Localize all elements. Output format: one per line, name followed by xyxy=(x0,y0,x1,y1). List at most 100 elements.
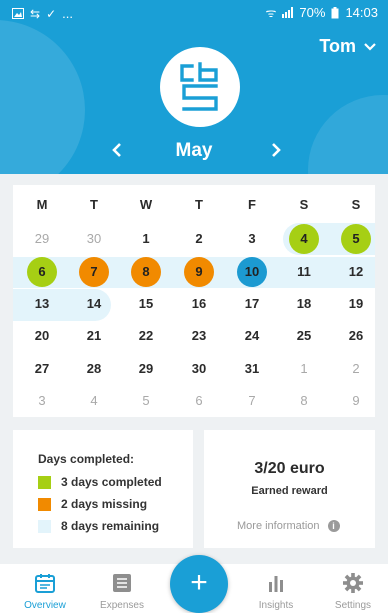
calendar-day[interactable]: 20 xyxy=(27,321,57,351)
weekday-header: W xyxy=(139,197,153,212)
calendar-day[interactable]: 3 xyxy=(27,386,57,416)
calendar-day[interactable]: 29 xyxy=(27,224,57,254)
weekday-header: T xyxy=(195,197,203,212)
app-header: ⇆ ✓ ... ᯤ 70% 14:03 Tom May xyxy=(0,0,388,174)
weekday-header: S xyxy=(351,197,361,212)
calendar-day[interactable]: 10 xyxy=(237,257,267,287)
add-expense-button[interactable]: + xyxy=(170,555,228,613)
weekday-header: F xyxy=(248,197,256,212)
bar-chart-icon xyxy=(269,576,283,592)
calendar-day[interactable]: 14 xyxy=(79,289,109,319)
battery-percent: 70% xyxy=(299,5,326,20)
calendar-day[interactable]: 1 xyxy=(131,224,161,254)
more-information-link[interactable]: More information i xyxy=(237,520,340,532)
calendar-day[interactable]: 30 xyxy=(79,224,109,254)
calendar-day[interactable]: 9 xyxy=(341,386,371,416)
calendar-day[interactable]: 1 xyxy=(289,354,319,384)
calendar-day[interactable]: 15 xyxy=(131,289,161,319)
calendar-day[interactable]: 3 xyxy=(237,224,267,254)
network-notification-icon: ⇆ xyxy=(30,6,41,21)
calendar-day[interactable]: 16 xyxy=(184,289,214,319)
clock: 14:03 xyxy=(345,5,378,20)
legend-missing: 2 days missing xyxy=(38,497,147,511)
reward-card: 3/20 euro Earned reward More information… xyxy=(204,430,375,548)
battery-icon xyxy=(331,6,339,18)
more-notifications: ... xyxy=(62,6,73,21)
chevron-down-icon xyxy=(364,42,376,51)
calendar-day[interactable]: 19 xyxy=(341,289,371,319)
gear-icon xyxy=(343,573,363,593)
month-selector: May xyxy=(0,140,388,166)
calendar-day[interactable]: 21 xyxy=(79,321,109,351)
calendar-day[interactable]: 23 xyxy=(184,321,214,351)
cbs-logo xyxy=(160,47,240,127)
calendar-day[interactable]: 25 xyxy=(289,321,319,351)
previous-month-button[interactable] xyxy=(112,140,122,163)
cbs-logo-icon xyxy=(180,62,218,111)
calendar-day[interactable]: 5 xyxy=(341,224,371,254)
calendar-day[interactable]: 31 xyxy=(237,354,267,384)
next-month-button[interactable] xyxy=(271,140,281,163)
more-information-label: More information xyxy=(237,520,320,532)
legend-missing-label: 2 days missing xyxy=(61,497,148,511)
nav-overview-label: Overview xyxy=(24,600,66,611)
nav-insights-label: Insights xyxy=(258,600,294,611)
calendar-day[interactable]: 11 xyxy=(289,257,319,287)
list-icon xyxy=(113,574,131,592)
calendar-day[interactable]: 4 xyxy=(79,386,109,416)
user-menu[interactable]: Tom xyxy=(319,36,376,57)
weekday-header: S xyxy=(299,197,309,212)
calendar: M T W T F S S 29 30 1 2 3 4 5 6 7 8 9 10 11 12 13 14 15 1… xyxy=(13,185,375,417)
nav-insights[interactable]: Insights xyxy=(241,564,311,613)
calendar-day[interactable]: 7 xyxy=(237,386,267,416)
reward-amount: 3/20 euro xyxy=(254,460,325,477)
calendar-day[interactable]: 9 xyxy=(184,257,214,287)
calendar-day[interactable]: 17 xyxy=(237,289,267,319)
calendar-day[interactable]: 8 xyxy=(131,257,161,287)
calendar-day[interactable]: 13 xyxy=(27,289,57,319)
nav-expenses[interactable]: Expenses xyxy=(87,564,157,613)
check-notification-icon: ✓ xyxy=(46,6,57,21)
calendar-day[interactable]: 12 xyxy=(341,257,371,287)
notification-icons: ⇆ ✓ ... xyxy=(12,6,73,21)
nav-settings-label: Settings xyxy=(334,600,372,611)
calendar-day[interactable]: 5 xyxy=(131,386,161,416)
weekday-header: T xyxy=(90,197,98,212)
weekday-header: M xyxy=(36,197,48,212)
calendar-day[interactable]: 22 xyxy=(131,321,161,351)
calendar-day[interactable]: 30 xyxy=(184,354,214,384)
remaining-swatch xyxy=(38,519,51,533)
nav-settings[interactable]: Settings xyxy=(318,564,388,613)
legend-completed: 3 days completed xyxy=(38,475,162,489)
calendar-day[interactable]: 2 xyxy=(184,224,214,254)
chevron-right-icon xyxy=(272,143,281,157)
calendar-day[interactable]: 26 xyxy=(341,321,371,351)
month-label: May xyxy=(175,140,213,161)
days-completed-card: Days completed: 3 days completed 2 days … xyxy=(13,430,193,548)
legend-completed-label: 3 days completed xyxy=(61,475,162,489)
calendar-day[interactable]: 6 xyxy=(27,257,57,287)
user-name: Tom xyxy=(319,36,356,56)
calendar-day[interactable]: 6 xyxy=(184,386,214,416)
missing-swatch xyxy=(38,497,51,511)
status-bar: ⇆ ✓ ... ᯤ 70% 14:03 xyxy=(0,0,388,26)
wifi-icon: ᯤ xyxy=(265,5,277,20)
calendar-day[interactable]: 7 xyxy=(79,257,109,287)
legend-remaining: 8 days remaining xyxy=(38,519,159,533)
calendar-day[interactable]: 28 xyxy=(79,354,109,384)
calendar-day[interactable]: 29 xyxy=(131,354,161,384)
calendar-day[interactable]: 4 xyxy=(289,224,319,254)
legend-title: Days completed: xyxy=(38,452,135,466)
nav-overview[interactable]: Overview xyxy=(10,564,80,613)
calendar-icon xyxy=(35,574,55,593)
nav-expenses-label: Expenses xyxy=(100,600,144,611)
calendar-day[interactable]: 8 xyxy=(289,386,319,416)
signal-icon xyxy=(282,7,294,18)
reward-label: Earned reward xyxy=(251,485,328,497)
calendar-day[interactable]: 2 xyxy=(341,354,371,384)
calendar-day[interactable]: 24 xyxy=(237,321,267,351)
info-icon: i xyxy=(327,520,340,532)
calendar-day[interactable]: 18 xyxy=(289,289,319,319)
calendar-day[interactable]: 27 xyxy=(27,354,57,384)
chevron-left-icon xyxy=(112,143,121,157)
